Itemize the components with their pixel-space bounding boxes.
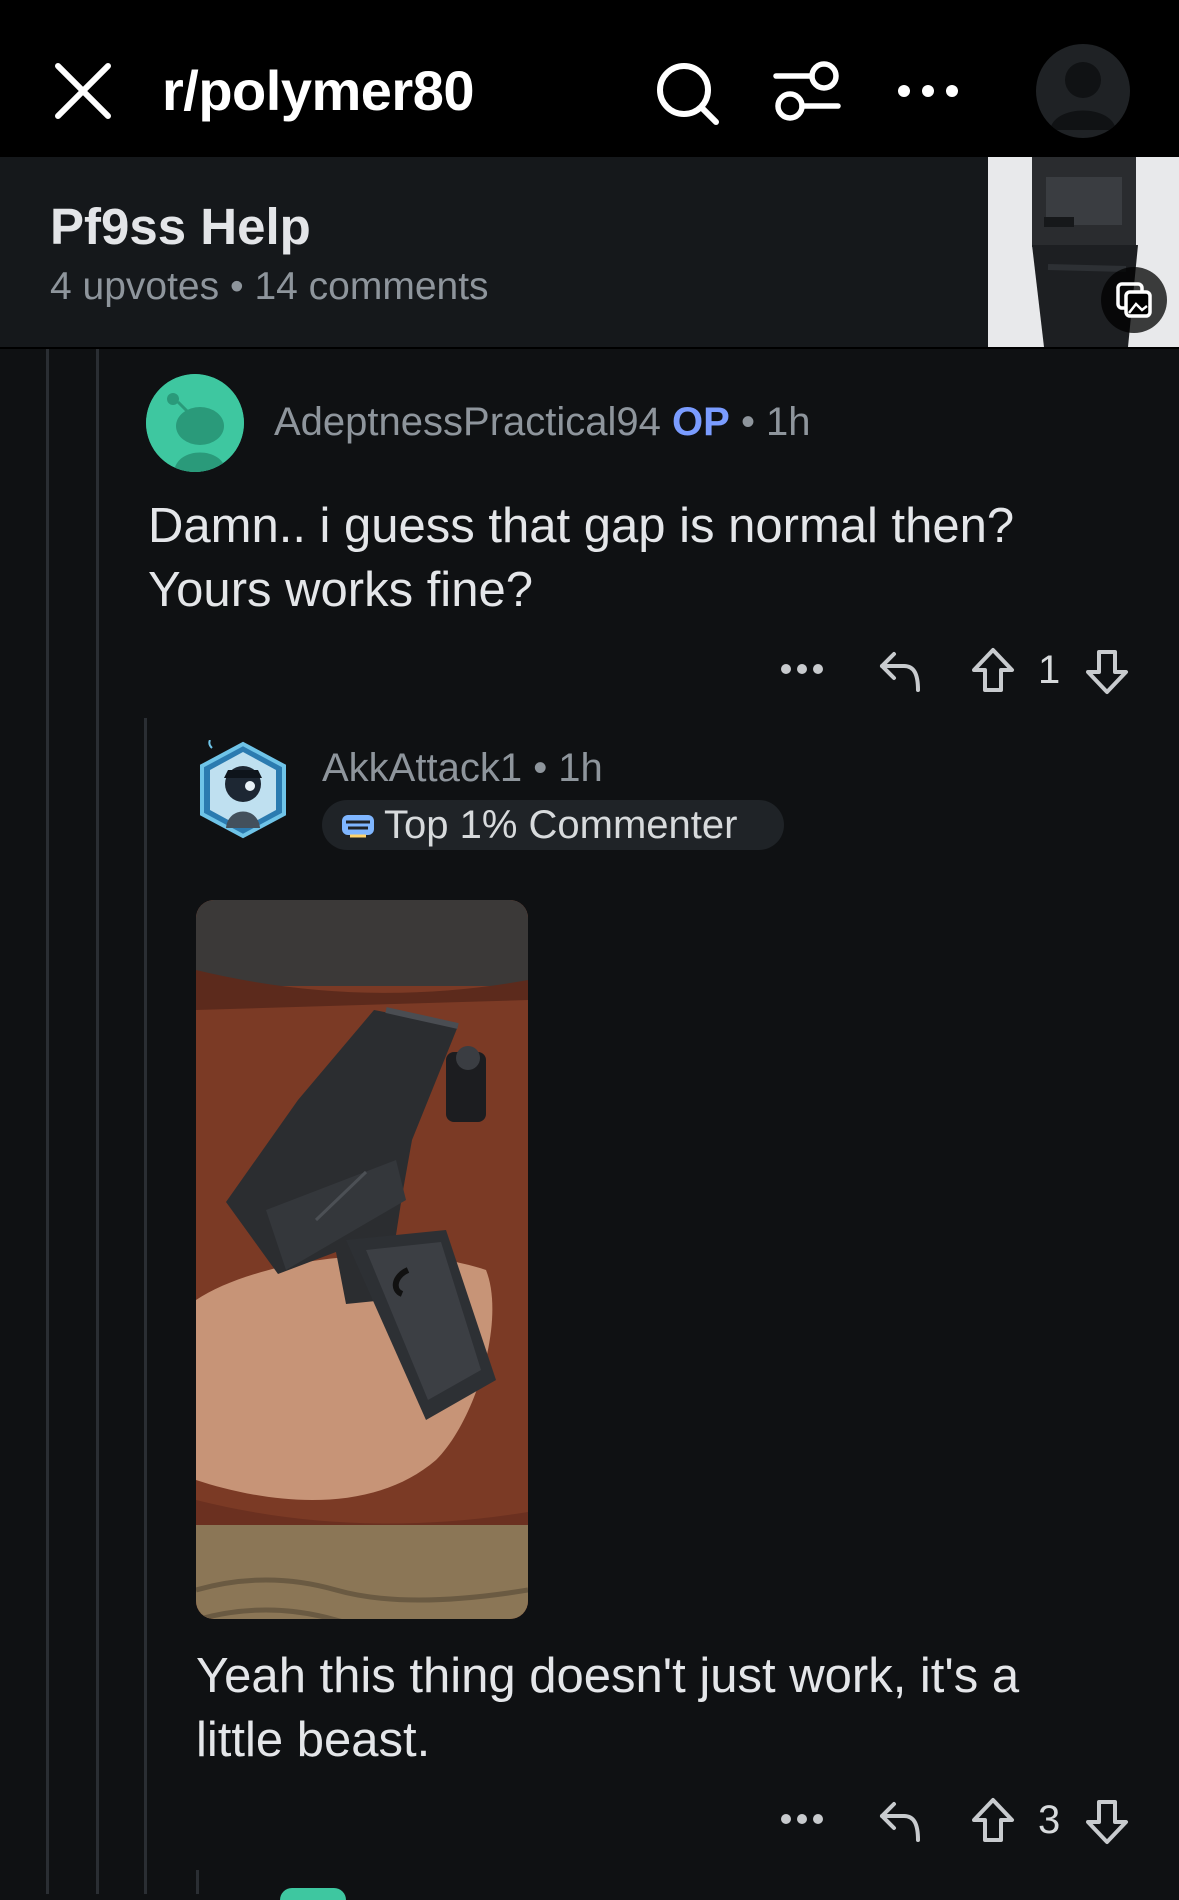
comment-line: little beast. <box>196 1713 431 1767</box>
author-name[interactable]: AdeptnessPractical94 <box>274 400 661 444</box>
comment-actions: 3 <box>780 1790 1140 1850</box>
reply-icon[interactable] <box>876 1796 924 1844</box>
downvote-icon[interactable] <box>1084 1798 1130 1846</box>
more-icon[interactable] <box>780 662 824 676</box>
comment-image[interactable] <box>196 900 528 1619</box>
search-icon[interactable] <box>654 60 722 128</box>
more-icon[interactable] <box>780 1812 824 1826</box>
post-header[interactable]: Pf9ss Help 4 upvotes • 14 comments <box>0 157 1179 349</box>
post-thumbnail[interactable] <box>988 157 1179 347</box>
user-avatar[interactable] <box>280 1888 346 1900</box>
post-title: Pf9ss Help <box>50 198 311 255</box>
gallery-icon <box>1101 267 1167 333</box>
user-avatar[interactable] <box>196 739 290 840</box>
comment-line: Yeah this thing doesn't just work, it's … <box>196 1649 1020 1703</box>
comment-line: Yours works fine? <box>148 563 533 617</box>
downvote-icon[interactable] <box>1084 648 1130 696</box>
op-badge: OP <box>672 400 730 444</box>
user-flair: Top 1% Commenter <box>322 800 784 850</box>
user-avatar[interactable] <box>146 374 244 472</box>
comment-body: Yeah this thing doesn't just work, it's … <box>196 1644 1019 1772</box>
thread-line[interactable] <box>96 349 99 1894</box>
top-bar: r/polymer80 <box>0 0 1179 157</box>
upvote-icon[interactable] <box>970 646 1016 694</box>
user-avatar-icon[interactable] <box>1036 44 1130 138</box>
upvote-icon[interactable] <box>970 1796 1016 1844</box>
reply-icon[interactable] <box>876 646 924 694</box>
comment-author[interactable]: AdeptnessPractical94 OP • 1h <box>274 400 811 445</box>
more-icon[interactable] <box>896 80 960 102</box>
comment-author[interactable]: AkkAttack1 • 1h <box>322 746 603 791</box>
vote-count: 3 <box>1038 1798 1061 1842</box>
close-icon[interactable] <box>52 60 114 122</box>
comment-time: • 1h <box>729 400 811 444</box>
comment-actions: 1 <box>780 640 1140 700</box>
author-name[interactable]: AkkAttack1 <box>322 746 522 790</box>
thread-line[interactable] <box>196 1870 199 1894</box>
flair-label: Top 1% Commenter <box>384 803 738 847</box>
thread-line[interactable] <box>46 349 49 1894</box>
post-meta: 4 upvotes • 14 comments <box>50 265 489 308</box>
comment-time: • 1h <box>522 746 603 790</box>
thread-line[interactable] <box>144 718 147 1894</box>
filter-icon[interactable] <box>772 58 842 124</box>
subreddit-title[interactable]: r/polymer80 <box>162 58 475 123</box>
comment-body: Damn.. i guess that gap is normal then? … <box>148 494 1014 622</box>
commenter-badge-icon <box>342 815 374 838</box>
vote-count: 1 <box>1038 648 1061 692</box>
comment-line: Damn.. i guess that gap is normal then? <box>148 499 1015 553</box>
